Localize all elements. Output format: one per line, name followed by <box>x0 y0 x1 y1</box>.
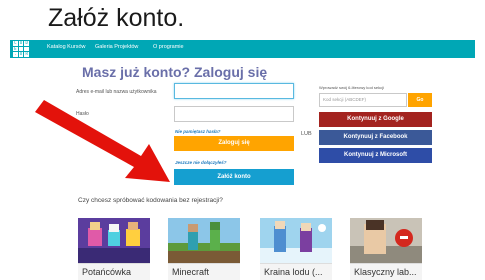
slide-title: Załóż konto. <box>48 4 185 32</box>
red-arrow-annotation <box>35 100 170 182</box>
code-org-signin-page: C O D E . O R Katalog Kursów Galeria Pro… <box>10 40 475 280</box>
